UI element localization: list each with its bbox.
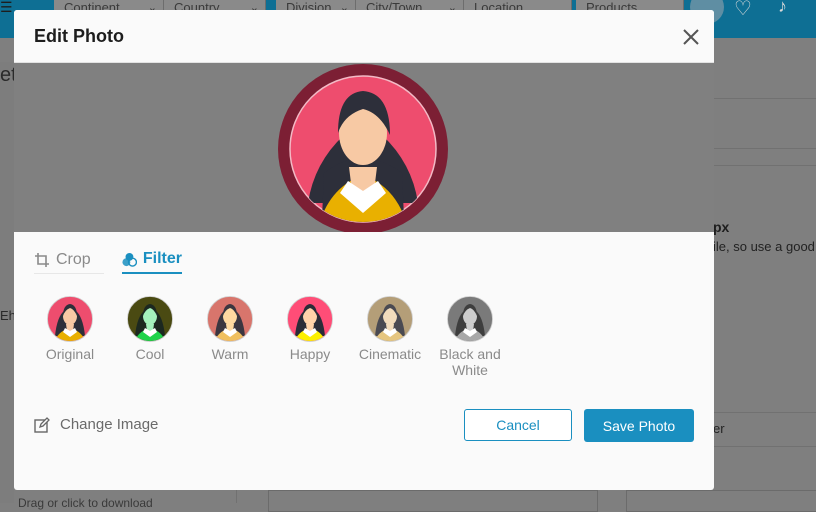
background-help-fragment: ile, so use a good xyxy=(713,239,815,254)
modal-header: Edit Photo xyxy=(14,10,714,63)
tab-crop[interactable]: Crop xyxy=(34,246,104,274)
background-divider xyxy=(236,490,237,503)
tab-filter[interactable]: Filter xyxy=(122,246,182,274)
close-button[interactable] xyxy=(678,24,704,50)
filter-option-label: Black and White xyxy=(439,346,501,378)
filter-icon xyxy=(122,252,137,267)
heart-icon[interactable]: ♡ xyxy=(734,0,752,21)
crop-icon xyxy=(35,252,49,267)
menu-icon[interactable]: ☰ xyxy=(0,0,13,14)
filter-thumbnail xyxy=(127,296,173,342)
change-image-label: Change Image xyxy=(60,416,159,433)
filter-option-label: Warm xyxy=(211,346,249,362)
filter-option-cool[interactable]: Cool xyxy=(110,296,190,362)
background-divider xyxy=(714,412,816,413)
save-photo-button[interactable]: Save Photo xyxy=(584,409,694,442)
filter-thumbnail xyxy=(207,296,253,342)
photo-preview[interactable] xyxy=(14,63,714,232)
filter-option-label: Happy xyxy=(289,346,331,362)
background-divider xyxy=(714,165,816,166)
change-image-button[interactable]: Change Image xyxy=(34,416,158,433)
tab-crop-label: Crop xyxy=(56,250,91,268)
filter-option-label: Cool xyxy=(135,346,165,362)
filter-option-cinematic[interactable]: Cinematic xyxy=(350,296,430,362)
background-er-fragment: er xyxy=(713,421,725,436)
edit-tabs: Crop Filter xyxy=(34,246,694,276)
close-icon xyxy=(683,29,699,45)
background-divider xyxy=(714,446,816,447)
edit-photo-modal: Edit Photo Crop Filter Original Cool War… xyxy=(14,10,714,490)
avatar-preview-image xyxy=(278,64,448,232)
background-input[interactable] xyxy=(268,490,598,512)
background-divider xyxy=(714,98,816,99)
filter-option-original[interactable]: Original xyxy=(30,296,110,362)
filter-thumbnail xyxy=(367,296,413,342)
filter-option-happy[interactable]: Happy xyxy=(270,296,350,362)
filter-option-warm[interactable]: Warm xyxy=(190,296,270,362)
filter-option-label: Original xyxy=(45,346,95,362)
edit-icon xyxy=(34,416,50,433)
background-input[interactable] xyxy=(626,490,816,512)
filter-thumbnail xyxy=(47,296,93,342)
filter-thumbnail xyxy=(447,296,493,342)
background-sidebar xyxy=(0,62,14,503)
background-px-fragment: px xyxy=(713,219,730,235)
tab-filter-label: Filter xyxy=(142,250,182,267)
cancel-button[interactable]: Cancel xyxy=(464,409,572,441)
filter-option-label: Cinematic xyxy=(358,346,422,362)
background-divider xyxy=(714,148,816,149)
filter-options: Original Cool Warm Happy Cinematic Black and … xyxy=(30,296,550,386)
modal-title: Edit Photo xyxy=(34,26,124,46)
background-upload-hint: Drag or click to download xyxy=(18,496,153,510)
bell-icon[interactable]: ♪ xyxy=(778,0,787,17)
filter-option-black-and-white[interactable]: Black and White xyxy=(430,296,510,378)
filter-thumbnail xyxy=(287,296,333,342)
